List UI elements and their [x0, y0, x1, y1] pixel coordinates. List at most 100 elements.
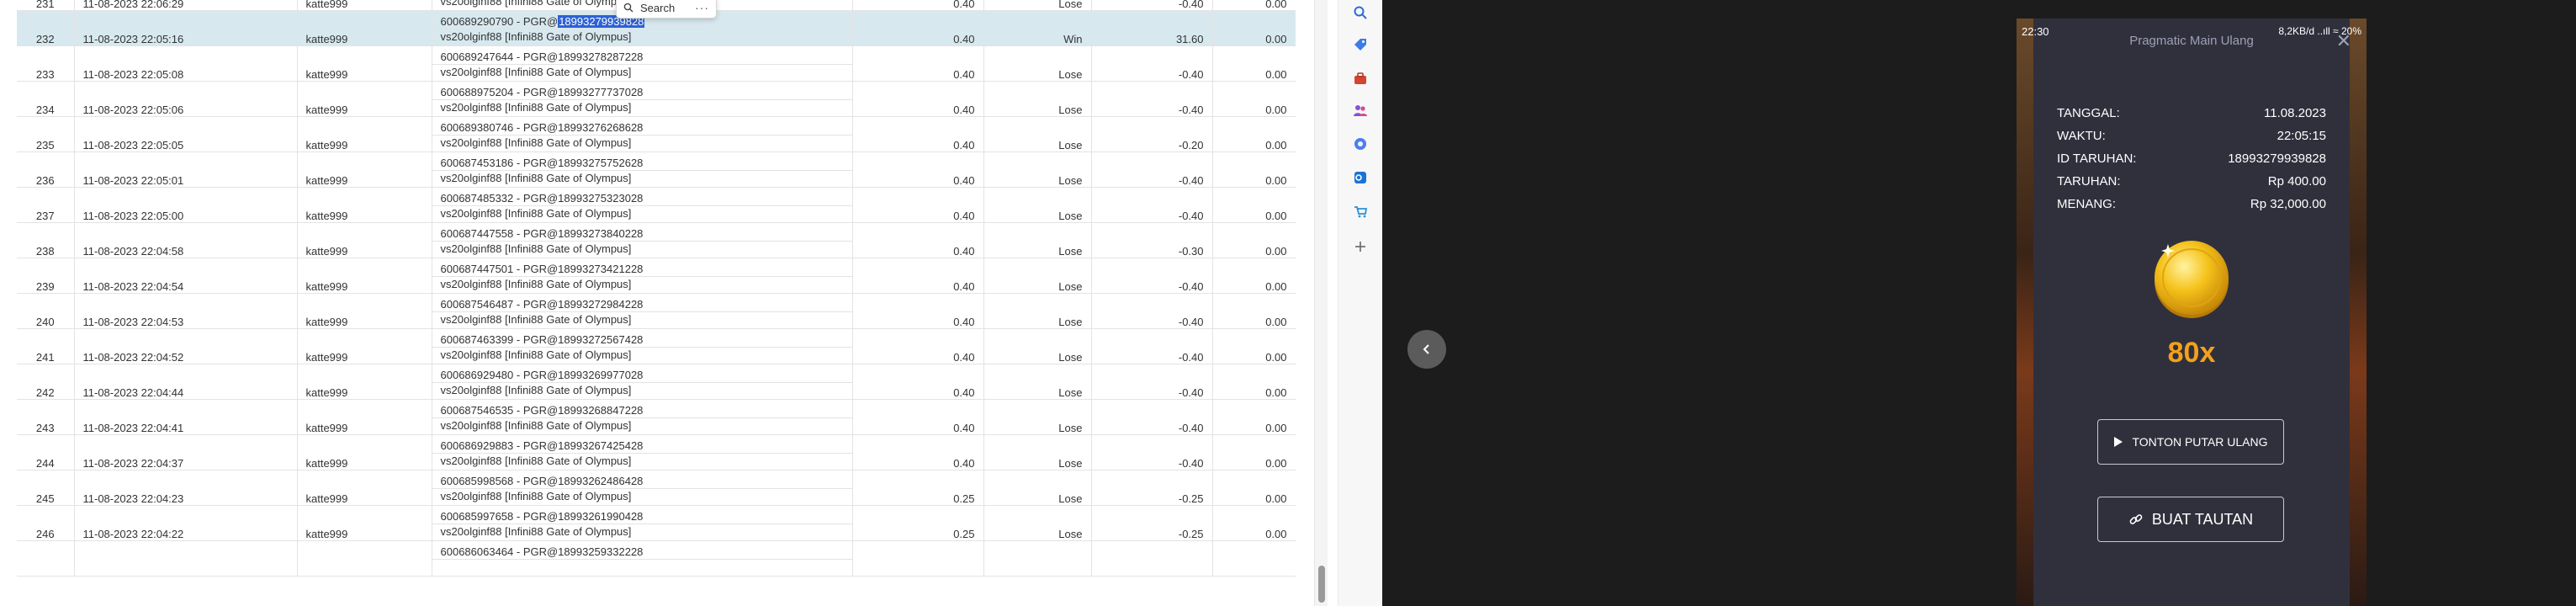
row-number — [17, 540, 75, 577]
username: katte999 — [297, 45, 432, 82]
bet-reference: 600689380746 - PGR@18993276268628 — [432, 116, 853, 136]
bet-datetime: 11-08-2023 22:04:22 — [74, 505, 298, 541]
stake-amount: 0.25 — [852, 505, 984, 541]
balance-change: 0.00 — [1212, 258, 1296, 294]
balance-change: 0.00 — [1212, 470, 1296, 506]
scrollbar-thumb[interactable] — [1318, 566, 1325, 603]
game-name: vs20olginf88 [Infini88 Gate of Olympus] — [432, 347, 853, 364]
search-icon[interactable] — [1351, 3, 1370, 22]
tag-icon[interactable] — [1351, 35, 1370, 54]
game-name: vs20olginf88 [Infini88 Gate of Olympus] — [432, 311, 853, 329]
stake-amount: 0.40 — [852, 81, 984, 117]
table-row[interactable]: 240 11-08-2023 22:04:53 katte999 6006875464… — [17, 293, 1296, 329]
bet-result: Lose — [983, 258, 1092, 294]
create-link-button[interactable]: BUAT TAUTAN — [2097, 497, 2284, 542]
bet-detail-key: TANGGAL: — [2057, 106, 2120, 120]
bet-datetime: 11-08-2023 22:04:53 — [74, 293, 298, 329]
username: katte999 — [297, 0, 432, 11]
table-row[interactable]: 239 11-08-2023 22:04:54 katte999 6006874475… — [17, 258, 1296, 294]
stake-amount: 0.40 — [852, 222, 984, 258]
bet-detail-row: TANGGAL: 11.08.2023 — [2057, 106, 2326, 125]
bet-detail-value: Rp 32,000.00 — [2250, 197, 2326, 211]
coin-icon — [2155, 241, 2229, 318]
balance-change: 0.00 — [1212, 187, 1296, 223]
shopping-icon[interactable] — [1351, 202, 1370, 221]
bet-reference-text: 600687463399 - PGR@18993272567428 — [440, 332, 644, 346]
more-options-icon[interactable]: ··· — [695, 1, 709, 14]
bet-reference-text: 600689380746 - PGR@18993276268628 — [440, 120, 644, 134]
game-name: vs20olginf88 [Infini88 Gate of Olympus] — [432, 64, 853, 82]
back-button[interactable] — [1407, 330, 1446, 369]
table-row[interactable]: 235 11-08-2023 22:05:05 katte999 6006893807… — [17, 116, 1296, 152]
bet-datetime: 11-08-2023 22:05:01 — [74, 152, 298, 188]
bet-result: Lose — [983, 222, 1092, 258]
game-name: vs20olginf88 [Infini88 Gate of Olympus] — [432, 276, 853, 294]
game-name: vs20olginf88 [Infini88 Gate of Olympus] — [432, 29, 853, 46]
find-popup-label[interactable]: Search — [640, 2, 675, 14]
bet-datetime: 11-08-2023 22:05:06 — [74, 81, 298, 117]
table-row[interactable]: 237 11-08-2023 22:05:00 katte999 6006874853… — [17, 187, 1296, 223]
phone-screenshot: 22:30 8,2KB/d ..ıll ≈ 20% Pragmatic Main… — [2017, 19, 2367, 606]
table-row[interactable]: 233 11-08-2023 22:05:08 katte999 6006892476… — [17, 45, 1296, 82]
row-number: 240 — [17, 293, 75, 329]
table-row[interactable]: 244 11-08-2023 22:04:37 katte999 6006869298… — [17, 434, 1296, 470]
table-row[interactable]: 241 11-08-2023 22:04:52 katte999 6006874633… — [17, 328, 1296, 364]
stake-amount: 0.40 — [852, 45, 984, 82]
copilot-icon[interactable] — [1351, 135, 1370, 153]
balance-change: 0.00 — [1212, 116, 1296, 152]
bet-datetime: 11-08-2023 22:05:08 — [74, 45, 298, 82]
bet-reference-text: 600687546535 - PGR@18993268847228 — [440, 403, 644, 417]
stake-amount: 0.40 — [852, 116, 984, 152]
people-icon[interactable] — [1351, 101, 1370, 120]
row-number: 231 — [17, 0, 75, 11]
username: katte999 — [297, 505, 432, 541]
vertical-scrollbar[interactable] — [1314, 0, 1328, 606]
game-background-right — [2350, 19, 2367, 606]
table-row[interactable]: 236 11-08-2023 22:05:01 katte999 6006874531… — [17, 152, 1296, 188]
chevron-left-icon — [1423, 344, 1429, 354]
profit-loss: -0.40 — [1091, 152, 1213, 188]
bet-detail-value: 11.08.2023 — [2264, 106, 2326, 120]
username: katte999 — [297, 434, 432, 470]
replay-button[interactable]: TONTON PUTAR ULANG — [2097, 419, 2284, 465]
table-row[interactable]: 245 11-08-2023 22:04:23 katte999 6006859985… — [17, 470, 1296, 506]
game-name: vs20olginf88 [Infini88 Gate of Olympus] — [432, 99, 853, 117]
table-row[interactable]: 600686063464 - PGR@18993259332228 — [17, 540, 1296, 577]
username: katte999 — [297, 152, 432, 188]
bet-reference-text: 600689247644 - PGR@18993278287228 — [440, 50, 644, 63]
stake-amount: 0.40 — [852, 399, 984, 435]
outlook-icon[interactable] — [1351, 168, 1370, 187]
toolbox-icon[interactable] — [1351, 69, 1370, 88]
username: katte999 — [297, 258, 432, 294]
bet-datetime: 11-08-2023 22:04:44 — [74, 364, 298, 400]
row-number: 244 — [17, 434, 75, 470]
game-name: vs20olginf88 [Infini88 Gate of Olympus] — [432, 170, 853, 188]
table-row[interactable]: 243 11-08-2023 22:04:41 katte999 6006875465… — [17, 399, 1296, 435]
bet-reference: 600689247644 - PGR@18993278287228 — [432, 45, 853, 65]
bet-detail-key: WAKTU: — [2057, 129, 2106, 143]
bet-reference-text: 600687447558 - PGR@18993273840228 — [440, 226, 644, 240]
bet-datetime: 11-08-2023 22:04:37 — [74, 434, 298, 470]
bet-datetime: 11-08-2023 22:06:29 — [74, 0, 298, 11]
game-name: vs20olginf88 [Infini88 Gate of Olympus] — [432, 488, 853, 506]
bet-reference: 600687546487 - PGR@18993272984228 — [432, 293, 853, 312]
find-popup[interactable]: Search ··· — [616, 0, 717, 19]
bet-detail-row: MENANG: Rp 32,000.00 — [2057, 197, 2326, 215]
close-icon[interactable]: ✕ — [2336, 30, 2351, 52]
table-row[interactable]: 234 11-08-2023 22:05:06 katte999 6006889752… — [17, 81, 1296, 117]
stake-amount: 0.25 — [852, 470, 984, 506]
bet-reference-text: 600686929480 - PGR@18993269977028 — [440, 368, 644, 381]
table-row[interactable]: 246 11-08-2023 22:04:22 katte999 6006859976… — [17, 505, 1296, 541]
bet-detail-value: 22:05:15 — [2277, 129, 2326, 143]
table-row[interactable]: 238 11-08-2023 22:04:58 katte999 6006874475… — [17, 222, 1296, 258]
profit-loss: -0.40 — [1091, 0, 1213, 11]
table-row[interactable]: 242 11-08-2023 22:04:44 katte999 6006869294… — [17, 364, 1296, 400]
balance-change: 0.00 — [1212, 399, 1296, 435]
add-icon[interactable] — [1351, 237, 1370, 256]
bet-datetime: 11-08-2023 22:04:23 — [74, 470, 298, 506]
bet-reference: 600686063464 - PGR@18993259332228 — [432, 540, 853, 560]
bet-reference: 600687453186 - PGR@18993275752628 — [432, 152, 853, 171]
row-number: 238 — [17, 222, 75, 258]
stake-amount: 0.40 — [852, 293, 984, 329]
bet-result: Lose — [983, 470, 1092, 506]
